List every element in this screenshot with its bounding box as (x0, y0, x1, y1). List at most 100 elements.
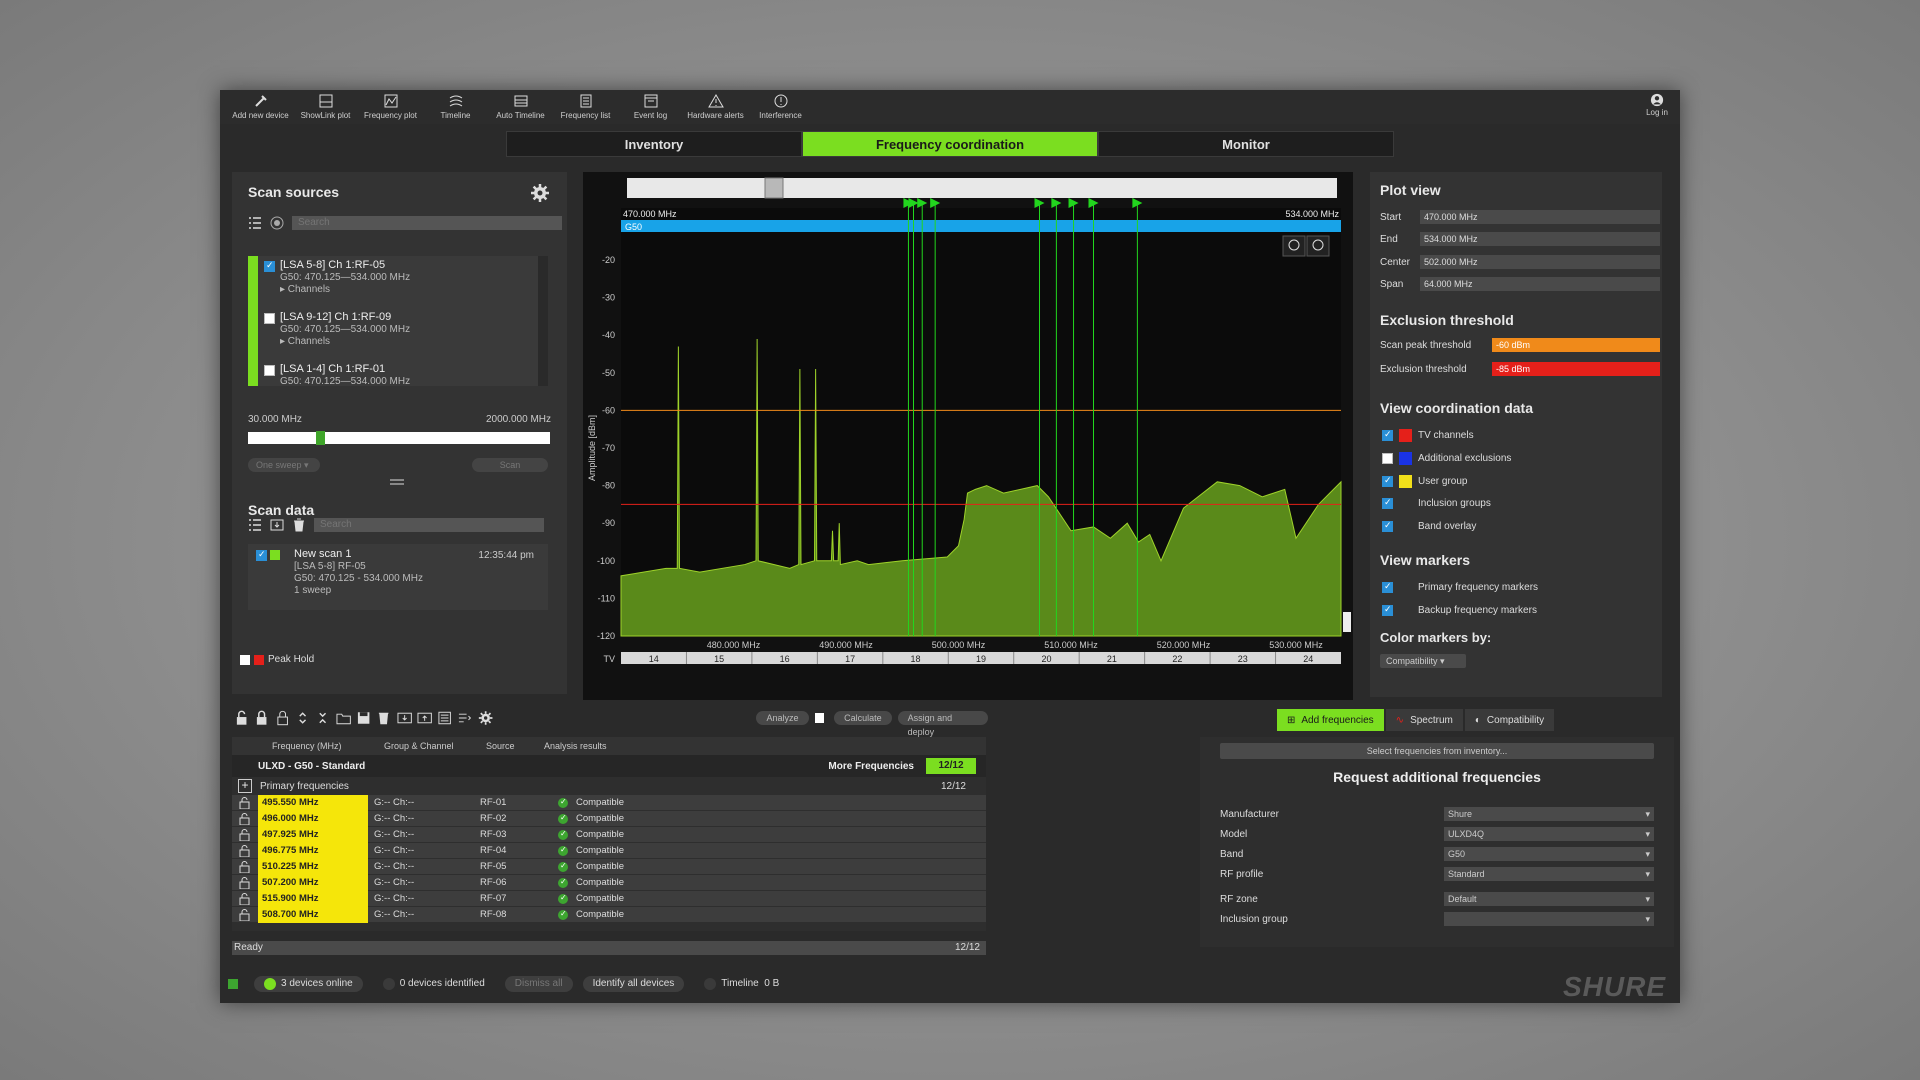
import-icon[interactable] (396, 710, 412, 726)
devices-online-badge[interactable]: 3 devices online (254, 976, 363, 992)
plot-start-input[interactable]: 470.000 MHz (1420, 210, 1660, 224)
scan-source-item[interactable]: [LSA 1-4] Ch 1:RF-01 G50: 470.125—534.00… (248, 360, 548, 386)
hardware-alerts-button[interactable]: Hardware alerts (683, 90, 748, 124)
source-list-scrollbar[interactable] (538, 256, 548, 386)
source-checkbox[interactable] (264, 313, 275, 324)
unlock-icon[interactable] (238, 812, 252, 825)
band-select[interactable]: G50 (1444, 847, 1654, 861)
save-icon[interactable] (356, 710, 371, 726)
lock-settings-icon[interactable] (275, 710, 290, 726)
expand-icon[interactable] (295, 710, 310, 726)
unlock-icon[interactable] (238, 828, 252, 841)
backup-markers-toggle[interactable]: Backup frequency markers (1382, 603, 1537, 617)
frequency-cell[interactable]: 510.225 MHz (258, 858, 368, 875)
tv-channels-checkbox[interactable] (1382, 429, 1393, 441)
list-view-icon[interactable] (248, 518, 262, 532)
plot-span-input[interactable]: 64.000 MHz (1420, 277, 1660, 291)
col-group-channel[interactable]: Group & Channel (384, 741, 486, 751)
auto-timeline-button[interactable]: Auto Timeline (488, 90, 553, 124)
primary-markers-toggle[interactable]: Primary frequency markers (1382, 580, 1538, 594)
model-select[interactable]: ULXD4Q (1444, 827, 1654, 841)
col-analysis-results[interactable]: Analysis results (544, 741, 607, 751)
table-row[interactable]: 496.775 MHz G:-- Ch:-- RF-04 Compatible (232, 842, 986, 859)
collapse-icon[interactable] (315, 710, 330, 726)
unlock-icon[interactable] (234, 710, 249, 726)
analyze-button[interactable]: Analyze (756, 711, 809, 725)
tab-inventory[interactable]: Inventory (506, 131, 802, 157)
table-row[interactable]: 508.700 MHz G:-- Ch:-- RF-08 Compatible (232, 906, 986, 923)
source-channels-toggle[interactable]: ▸ Channels (280, 284, 548, 295)
inclusion-group-select[interactable] (1444, 912, 1654, 926)
timeline-button[interactable]: Timeline (423, 90, 488, 124)
tab-add-frequencies[interactable]: ⊞ Add frequencies (1277, 709, 1384, 731)
peak-hold-toggle[interactable]: Peak Hold (240, 654, 314, 665)
inclusion-groups-toggle[interactable]: Inclusion groups (1382, 496, 1491, 510)
unlock-icon[interactable] (238, 844, 252, 857)
event-log-button[interactable]: Event log (618, 90, 683, 124)
more-frequencies-button[interactable]: More Frequencies (828, 761, 914, 772)
user-group-checkbox[interactable] (1382, 475, 1393, 487)
frequency-cell[interactable]: 495.550 MHz (258, 794, 368, 811)
unlock-icon[interactable] (238, 908, 252, 921)
frequency-cell[interactable]: 515.900 MHz (258, 890, 368, 907)
scan-data-item[interactable]: New scan 1 12:35:44 pm [LSA 5-8] RF-05 G… (248, 544, 548, 610)
scan-sources-search-input[interactable] (292, 216, 562, 230)
right-panel-scrollbar[interactable] (1662, 172, 1672, 697)
scan-range-handle[interactable] (316, 431, 325, 445)
scan-checkbox[interactable] (256, 549, 267, 561)
frequency-cell[interactable]: 508.700 MHz (258, 906, 368, 923)
settings-gear-icon[interactable] (478, 710, 493, 726)
unlock-icon[interactable] (238, 860, 252, 873)
tab-frequency-coordination[interactable]: Frequency coordination (802, 131, 1098, 157)
color-markers-select[interactable]: Compatibility ▾ (1380, 654, 1466, 668)
frequency-plot-button[interactable]: Frequency plot (358, 90, 423, 124)
select-from-inventory-button[interactable]: Select frequencies from inventory... (1220, 743, 1654, 759)
manufacturer-select[interactable]: Shure (1444, 807, 1654, 821)
scan-data-search-input[interactable] (314, 518, 544, 532)
frequency-cell[interactable]: 507.200 MHz (258, 874, 368, 891)
rf-zone-select[interactable]: Default (1444, 892, 1654, 906)
scan-button[interactable]: Scan (472, 458, 548, 472)
tv-channels-toggle[interactable]: TV channels (1382, 428, 1474, 442)
inclusion-groups-checkbox[interactable] (1382, 497, 1393, 509)
backup-markers-checkbox[interactable] (1382, 604, 1393, 616)
source-checkbox[interactable] (264, 365, 275, 376)
dismiss-all-button[interactable]: Dismiss all (504, 976, 573, 992)
unlock-icon[interactable] (238, 876, 252, 889)
col-frequency[interactable]: Frequency (MHz) (272, 741, 384, 751)
table-row[interactable]: 515.900 MHz G:-- Ch:-- RF-07 Compatible (232, 890, 986, 907)
unlock-icon[interactable] (238, 796, 252, 809)
rf-profile-select[interactable]: Standard (1444, 867, 1654, 881)
analyze-checkbox[interactable] (814, 713, 825, 723)
table-row[interactable]: 510.225 MHz G:-- Ch:-- RF-05 Compatible (232, 858, 986, 875)
table-row[interactable]: 507.200 MHz G:-- Ch:-- RF-06 Compatible (232, 874, 986, 891)
unlock-icon[interactable] (238, 892, 252, 905)
tab-compatibility[interactable]: ◐ Compatibility (1464, 709, 1555, 731)
primary-frequencies-row[interactable]: + Primary frequencies 12/12 (232, 777, 986, 795)
sweep-mode-select[interactable]: One sweep ▾ (248, 458, 320, 472)
col-source[interactable]: Source (486, 741, 544, 751)
add-device-button[interactable]: Add new device (228, 90, 293, 124)
delete-icon[interactable] (376, 710, 391, 726)
filter-icon[interactable] (270, 216, 284, 230)
frequency-cell[interactable]: 496.775 MHz (258, 842, 368, 859)
interference-button[interactable]: Interference (748, 90, 813, 124)
peak-hold-checkbox[interactable] (240, 654, 250, 665)
frequency-cell[interactable]: 497.925 MHz (258, 826, 368, 843)
user-group-toggle[interactable]: User group (1382, 474, 1467, 488)
showlink-plot-button[interactable]: ShowLink plot (293, 90, 358, 124)
lock-icon[interactable] (254, 710, 269, 726)
table-row[interactable]: 497.925 MHz G:-- Ch:-- RF-03 Compatible (232, 826, 986, 843)
identify-all-button[interactable]: Identify all devices (582, 976, 685, 992)
calculate-button[interactable]: Calculate (834, 711, 892, 725)
add-frequency-icon[interactable]: + (238, 779, 252, 793)
list-view-icon[interactable] (248, 216, 262, 230)
source-channels-toggle[interactable]: ▸ Channels (280, 336, 548, 347)
trash-icon[interactable] (292, 518, 306, 532)
export-icon[interactable] (417, 710, 432, 726)
group-row[interactable]: ULXD - G50 - Standard More Frequencies 1… (232, 755, 986, 777)
band-overlay-toggle[interactable]: Band overlay (1382, 519, 1476, 533)
login-button[interactable]: Log in (1642, 93, 1672, 117)
panel-split-handle[interactable] (390, 479, 404, 485)
report-icon[interactable] (437, 710, 452, 726)
